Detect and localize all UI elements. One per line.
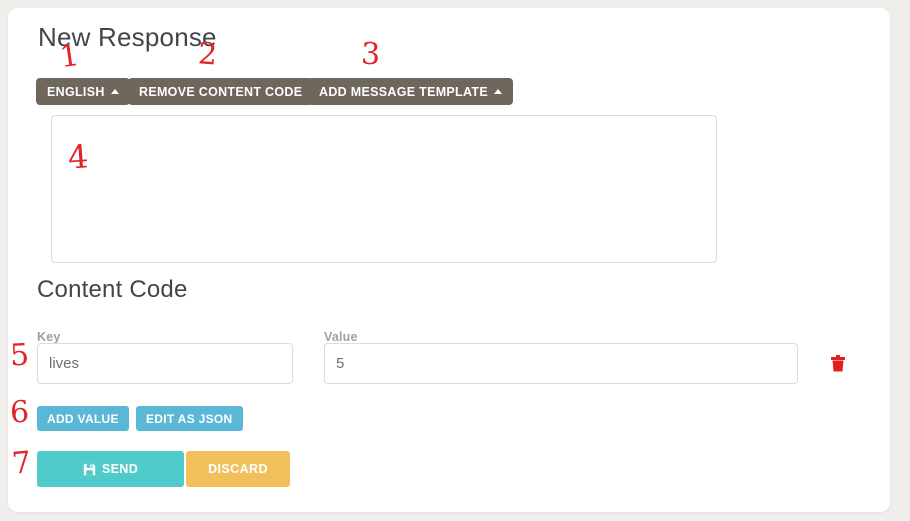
screenshot-root: New Response ENGLISH REMOVE CONTENT CODE… [0,0,910,521]
add-message-template-button[interactable]: ADD MESSAGE TEMPLATE [308,78,513,105]
key-field-label: Key [37,330,61,344]
remove-content-code-button[interactable]: REMOVE CONTENT CODE [128,78,314,105]
send-button[interactable]: SEND [37,451,184,487]
page-title: New Response [38,22,217,52]
content-code-key-input[interactable] [37,343,293,384]
remove-content-code-label: REMOVE CONTENT CODE [139,84,303,99]
edit-as-json-button[interactable]: EDIT AS JSON [136,406,243,431]
message-textarea[interactable] [51,115,717,263]
value-field-label: Value [324,330,358,344]
language-dropdown-button[interactable]: ENGLISH [36,78,130,105]
send-label: SEND [101,462,139,476]
caret-up-icon [493,89,502,94]
content-code-value-input[interactable] [324,343,798,384]
add-value-label: ADD VALUE [47,411,119,426]
edit-as-json-label: EDIT AS JSON [146,411,233,426]
caret-up-icon [110,89,119,94]
discard-label: DISCARD [208,462,268,476]
language-dropdown-label: ENGLISH [47,84,105,99]
content-code-heading: Content Code [37,276,188,303]
new-response-card: New Response ENGLISH REMOVE CONTENT CODE… [8,8,890,512]
save-floppy-icon [83,463,96,475]
add-value-button[interactable]: ADD VALUE [37,406,129,431]
delete-content-code-row-button[interactable] [824,350,852,378]
discard-button[interactable]: DISCARD [186,451,290,487]
add-message-template-label: ADD MESSAGE TEMPLATE [319,84,488,99]
trash-icon [831,355,845,372]
